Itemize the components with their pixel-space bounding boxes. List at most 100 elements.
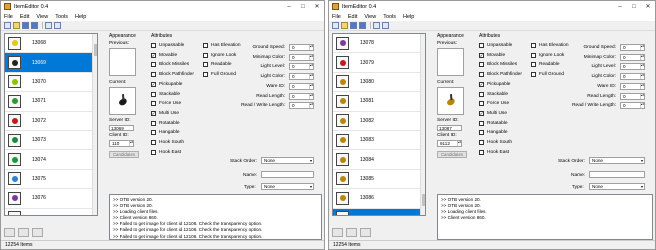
list-item[interactable]: 13077 — [5, 209, 97, 215]
list-item[interactable]: 13085 — [333, 170, 425, 190]
attribute-field-input[interactable]: 0 ▴▾ — [620, 63, 645, 71]
spinner-arrows-icon[interactable]: ▴▾ — [640, 83, 644, 89]
list-item[interactable]: 13074 — [5, 150, 97, 170]
name-field[interactable] — [589, 171, 645, 178]
attribute-field-input[interactable]: 0 ▴▾ — [289, 63, 314, 71]
menu-tools[interactable]: Tools — [383, 14, 396, 20]
attribute-checkbox[interactable]: ✓ Pickupable — [151, 81, 182, 87]
list-item[interactable]: 13079 — [333, 53, 425, 73]
candidates-button[interactable]: Candidates — [437, 151, 467, 158]
stack-order-select[interactable]: None ▾ — [261, 157, 314, 164]
unchecked-box-icon[interactable] — [151, 120, 156, 126]
attribute-field-input[interactable]: 0 ▴▾ — [620, 44, 645, 51]
attribute-checkbox[interactable]: Block Missiles — [151, 62, 189, 68]
attribute-checkbox[interactable]: ✓ Multi Use — [479, 110, 507, 116]
attribute-checkbox[interactable]: Full Ground — [531, 72, 564, 78]
attribute-checkbox[interactable]: Has Elevation — [203, 43, 241, 48]
attribute-field-value[interactable]: 0 — [623, 94, 626, 99]
scrollbar-thumb[interactable] — [422, 194, 425, 206]
save-as-icon[interactable] — [359, 22, 366, 29]
list-item[interactable]: 13081 — [333, 92, 425, 112]
unchecked-box-icon[interactable] — [151, 72, 156, 78]
unchecked-box-icon[interactable] — [479, 43, 484, 48]
list-item[interactable]: 13071 — [5, 92, 97, 112]
checked-box-icon[interactable]: ✓ — [479, 52, 484, 58]
spinner-arrows-icon[interactable]: ▴▾ — [640, 64, 644, 70]
attribute-checkbox[interactable]: Rotatable — [151, 120, 180, 126]
remove-item-icon[interactable] — [18, 228, 29, 237]
list-item[interactable]: 13080 — [333, 73, 425, 93]
maximize-icon[interactable]: □ — [627, 1, 641, 12]
attribute-checkbox[interactable]: Stackable — [479, 91, 508, 97]
list-item[interactable]: 13086 — [333, 189, 425, 209]
unchecked-box-icon[interactable] — [479, 72, 484, 78]
unchecked-box-icon[interactable] — [203, 52, 208, 58]
spinner-arrows-icon[interactable]: ▴▾ — [129, 141, 133, 146]
list-item[interactable]: 13083 — [333, 131, 425, 151]
attribute-field-value[interactable]: 0 — [623, 45, 626, 50]
minimize-icon[interactable]: – — [282, 1, 296, 12]
attribute-field-value[interactable]: 0 — [623, 64, 626, 69]
list-item[interactable]: 13070 — [5, 73, 97, 93]
attribute-field-input[interactable]: 0 ▴▾ — [289, 73, 314, 81]
open-folder-icon[interactable] — [13, 22, 20, 29]
type-value[interactable]: None — [264, 184, 275, 189]
chevron-down-icon[interactable]: ▾ — [641, 184, 643, 190]
name-field[interactable] — [261, 171, 314, 178]
unchecked-box-icon[interactable] — [151, 140, 156, 145]
unchecked-box-icon[interactable] — [479, 120, 484, 126]
checked-box-icon[interactable]: ✓ — [151, 81, 156, 87]
unchecked-box-icon[interactable] — [479, 62, 484, 68]
spinner-arrows-icon[interactable]: ▴▾ — [309, 64, 313, 70]
find-item-icon[interactable] — [32, 228, 43, 237]
spinner-arrows-icon[interactable]: ▴▾ — [457, 141, 461, 146]
attribute-checkbox[interactable]: Readable — [531, 62, 560, 68]
attribute-field-input[interactable]: 0 ▴▾ — [620, 73, 645, 81]
list-item[interactable]: 13087 — [333, 208, 425, 215]
unchecked-box-icon[interactable] — [479, 149, 484, 155]
menu-tools[interactable]: Tools — [55, 14, 68, 20]
attribute-field-value[interactable]: 0 — [292, 103, 295, 108]
item-list[interactable]: 13078 13079 13080 13081 13082 13083 13084 13085… — [332, 33, 426, 216]
attribute-checkbox[interactable]: Full Ground — [203, 72, 236, 78]
attribute-field-input[interactable]: 0 ▴▾ — [289, 102, 314, 110]
list-scrollbar[interactable] — [92, 34, 97, 215]
attribute-checkbox[interactable]: Readable — [203, 62, 232, 68]
menu-view[interactable]: View — [36, 14, 48, 20]
unchecked-box-icon[interactable] — [151, 149, 156, 155]
attribute-field-value[interactable]: 0 — [623, 55, 626, 60]
attribute-checkbox[interactable]: Block Pathfinder — [151, 72, 194, 78]
unchecked-box-icon[interactable] — [531, 43, 536, 48]
type-select[interactable]: None ▾ — [261, 183, 314, 190]
attribute-checkbox[interactable]: ✓ Multi Use — [151, 110, 179, 116]
unchecked-box-icon[interactable] — [531, 52, 536, 58]
compare-icon[interactable] — [45, 22, 52, 29]
attribute-checkbox[interactable]: Unpassable — [479, 43, 512, 48]
remove-item-icon[interactable] — [346, 228, 357, 237]
list-item[interactable]: 13076 — [5, 189, 97, 209]
attribute-field-value[interactable]: 0 — [292, 55, 295, 60]
unchecked-box-icon[interactable] — [479, 101, 484, 107]
save-icon[interactable] — [350, 22, 357, 29]
spinner-arrows-icon[interactable]: ▴▾ — [640, 93, 644, 99]
spinner-arrows-icon[interactable]: ▴▾ — [640, 45, 644, 50]
spinner-arrows-icon[interactable]: ▴▾ — [309, 93, 313, 99]
checked-box-icon[interactable]: ✓ — [151, 52, 156, 58]
client-id-value[interactable]: 9112 — [440, 141, 450, 146]
unchecked-box-icon[interactable] — [151, 101, 156, 107]
list-scrollbar[interactable] — [420, 34, 425, 215]
save-as-icon[interactable] — [31, 22, 38, 29]
server-id-field[interactable]: 13087 — [437, 125, 462, 131]
candidates-button[interactable]: Candidates — [109, 151, 139, 158]
client-id-stepper[interactable]: 110 ▴▾ — [109, 140, 134, 147]
list-item[interactable]: 13068 — [5, 34, 97, 54]
client-id-stepper[interactable]: 9112 ▴▾ — [437, 140, 462, 147]
menu-view[interactable]: View — [364, 14, 376, 20]
attribute-field-input[interactable]: 0 ▴▾ — [620, 53, 645, 61]
unchecked-box-icon[interactable] — [151, 91, 156, 97]
close-icon[interactable]: ✕ — [641, 1, 655, 12]
attribute-checkbox[interactable]: ✓ Movable — [479, 52, 505, 58]
unchecked-box-icon[interactable] — [151, 62, 156, 68]
attribute-checkbox[interactable]: Hook East — [479, 149, 509, 155]
attribute-checkbox[interactable]: Rotatable — [479, 120, 508, 126]
